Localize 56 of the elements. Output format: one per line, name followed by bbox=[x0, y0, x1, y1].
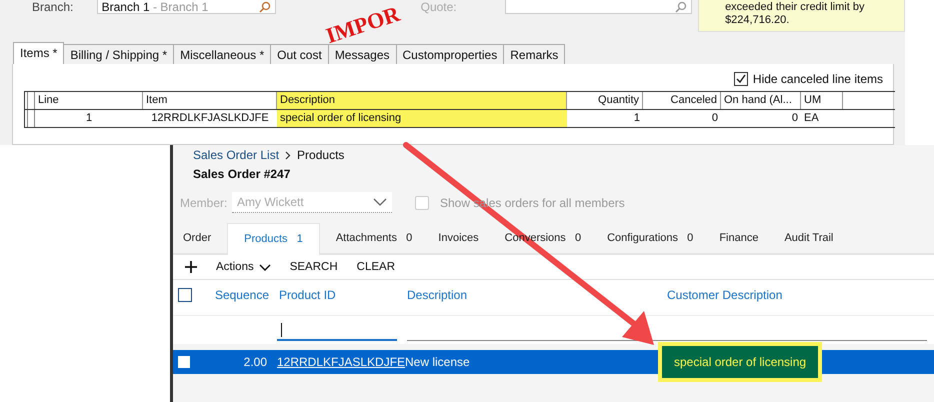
tab[interactable]: Audit Trail bbox=[774, 223, 844, 253]
add-icon[interactable] bbox=[185, 261, 197, 273]
filter-input[interactable] bbox=[277, 321, 397, 341]
actions-menu-button[interactable]: Actions bbox=[216, 261, 271, 273]
branch-value: Branch 1 - Branch 1 bbox=[102, 0, 208, 12]
column-header[interactable]: Sequence bbox=[192, 288, 274, 302]
tab[interactable]: Customproperties bbox=[396, 44, 504, 64]
checkbox[interactable] bbox=[734, 72, 748, 86]
column-header: Canceled bbox=[643, 92, 721, 109]
row-checkbox[interactable] bbox=[178, 356, 190, 368]
member-label: Member: bbox=[180, 196, 228, 210]
table-cell-text: 1 bbox=[632, 111, 641, 126]
page-title: Sales Order #247 bbox=[192, 166, 292, 181]
chevron-down-icon bbox=[258, 264, 271, 270]
breadcrumb-link[interactable]: Sales Order List bbox=[193, 148, 280, 162]
column-header[interactable]: Product ID bbox=[274, 288, 402, 302]
column-header: Quantity bbox=[567, 92, 643, 109]
chevron-right-icon bbox=[285, 150, 292, 160]
table-cell-text: EA bbox=[803, 111, 820, 126]
tab[interactable]: Attachments 0 bbox=[326, 223, 422, 253]
tab[interactable]: Finance bbox=[709, 223, 768, 253]
column-header: Description bbox=[277, 92, 567, 109]
column-header[interactable]: Description bbox=[402, 288, 662, 302]
column-header: Line bbox=[35, 92, 143, 109]
clear-button[interactable]: CLEAR bbox=[356, 261, 396, 273]
tab[interactable]: Messages bbox=[328, 44, 397, 64]
tab[interactable]: Products 1 bbox=[227, 223, 320, 255]
tab[interactable]: Configurations 0 bbox=[597, 223, 704, 253]
table-cell-text: 12RRDLKFJASLKDJFE bbox=[150, 111, 270, 126]
quote-field[interactable] bbox=[505, 0, 692, 14]
column-header: UM bbox=[801, 92, 843, 109]
breadcrumb-current: Products bbox=[297, 148, 344, 162]
table-cell-text: 1 bbox=[84, 111, 94, 126]
table-cell: special order of licensing bbox=[277, 110, 567, 127]
branch-field[interactable]: Branch 1 - Branch 1 bbox=[96, 0, 276, 14]
product-link[interactable]: 12RRDLKFJASLKDJFE bbox=[277, 355, 406, 369]
search-icon[interactable] bbox=[258, 0, 271, 12]
table-cell: special order of licensing bbox=[662, 346, 818, 378]
tab[interactable]: Items * bbox=[13, 42, 64, 64]
branch-label: Branch: bbox=[32, 0, 74, 14]
column-header: On hand (Al... bbox=[721, 92, 801, 109]
table-cell-text: 0 bbox=[790, 111, 799, 126]
tab[interactable]: Order bbox=[173, 223, 222, 253]
tab[interactable]: Billing / Shipping * bbox=[63, 44, 174, 64]
search-button[interactable]: SEARCH bbox=[290, 261, 338, 273]
search-icon[interactable] bbox=[675, 0, 688, 12]
quote-label: Quote: bbox=[420, 0, 458, 14]
tab[interactable]: Invoices bbox=[428, 223, 489, 253]
select-all-checkbox[interactable] bbox=[178, 288, 192, 302]
credit-warning-note: exceeded their credit limit by $224,716.20. bbox=[698, 0, 905, 32]
checkbox-label: Hide canceled line items bbox=[752, 72, 883, 86]
column-header[interactable]: Customer Description bbox=[662, 288, 922, 302]
tab[interactable]: Remarks bbox=[503, 44, 566, 64]
chevron-down-icon bbox=[373, 198, 387, 206]
table-cell-text: 2.00 bbox=[242, 355, 268, 369]
table-cell-text: 0 bbox=[710, 111, 719, 126]
